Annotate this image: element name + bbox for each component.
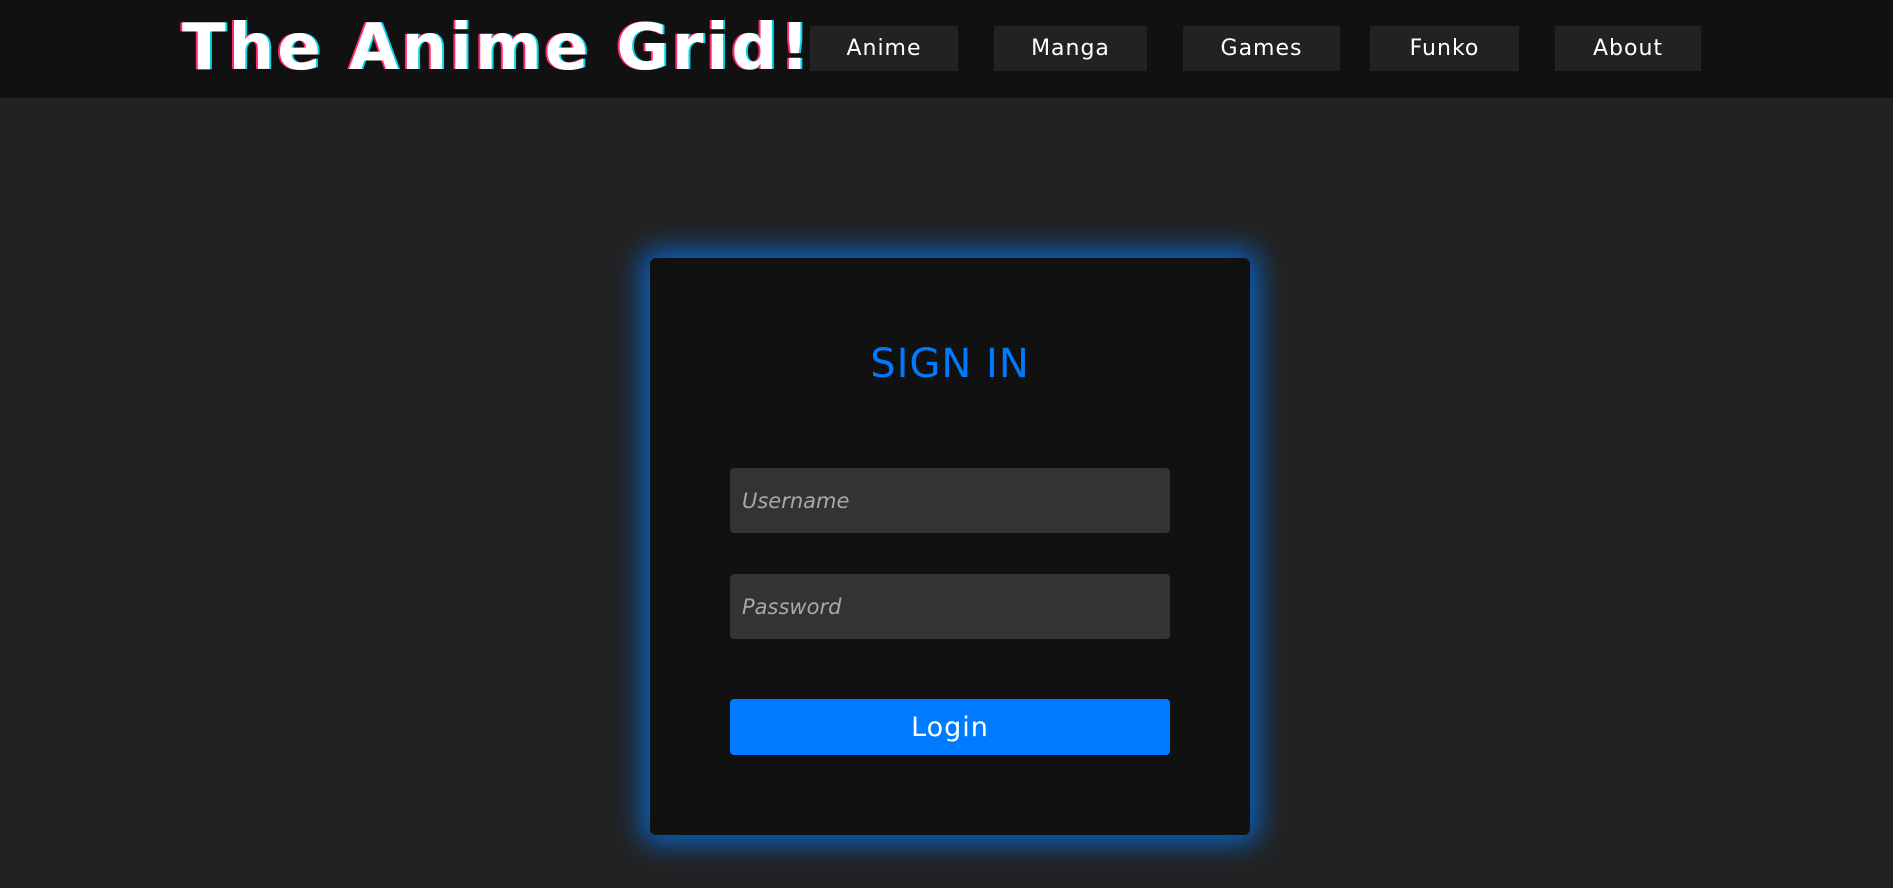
site-title: The Anime Grid! [182,11,813,85]
nav-item-games[interactable]: Games [1183,26,1340,71]
username-input[interactable] [730,468,1170,533]
sign-in-heading: SIGN IN [870,341,1030,387]
password-input[interactable] [730,574,1170,639]
nav-item-manga[interactable]: Manga [994,26,1147,71]
nav-item-about[interactable]: About [1555,26,1701,71]
nav-item-anime[interactable]: Anime [810,26,958,71]
login-button[interactable]: Login [730,699,1170,755]
top-header: The Anime Grid! Anime Manga Games Funko … [0,0,1893,98]
nav-item-funko[interactable]: Funko [1370,26,1519,71]
